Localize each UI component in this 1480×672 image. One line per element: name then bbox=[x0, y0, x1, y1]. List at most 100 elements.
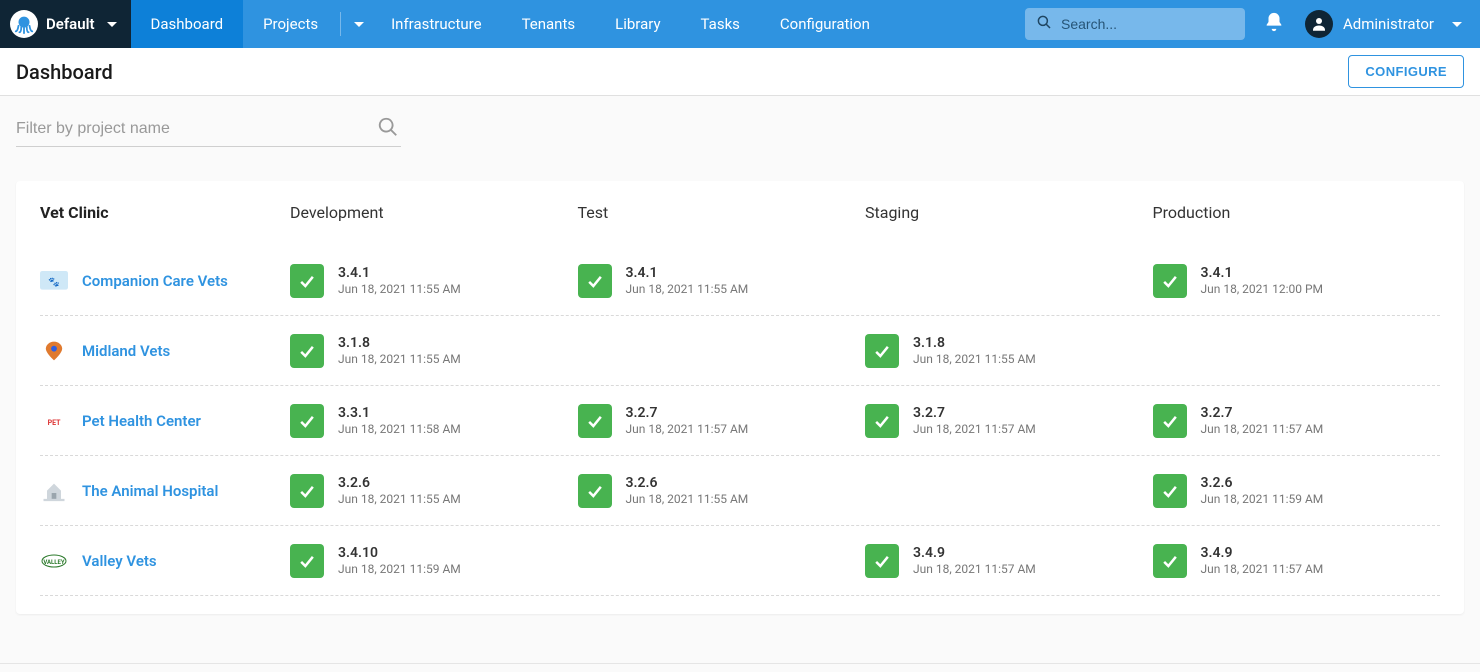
status-success-icon bbox=[1153, 474, 1187, 508]
project-row: 🐾Companion Care Vets3.4.1Jun 18, 2021 11… bbox=[40, 246, 1440, 316]
project-link[interactable]: Midland Vets bbox=[82, 342, 170, 360]
nav-tasks[interactable]: Tasks bbox=[681, 0, 760, 48]
project-link[interactable]: The Animal Hospital bbox=[82, 482, 218, 500]
deployment-cell[interactable]: 3.2.6Jun 18, 2021 11:55 AM bbox=[578, 474, 866, 508]
notifications-button[interactable] bbox=[1263, 11, 1287, 37]
deploy-info: 3.4.1Jun 18, 2021 11:55 AM bbox=[338, 265, 461, 296]
deploy-time: Jun 18, 2021 11:55 AM bbox=[338, 352, 461, 366]
deployment-cell[interactable]: 3.4.1Jun 18, 2021 12:00 PM bbox=[1153, 264, 1441, 298]
filter-input[interactable] bbox=[16, 112, 401, 147]
project-row: The Animal Hospital3.2.6Jun 18, 2021 11:… bbox=[40, 456, 1440, 526]
user-name: Administrator bbox=[1343, 15, 1434, 33]
top-nav: Default Dashboard Projects Infrastructur… bbox=[0, 0, 1480, 48]
deployment-cell[interactable]: 3.2.7Jun 18, 2021 11:57 AM bbox=[578, 404, 866, 438]
env-header: Development bbox=[290, 203, 578, 222]
group-title: Vet Clinic bbox=[40, 203, 290, 222]
global-search[interactable] bbox=[1025, 8, 1245, 40]
configure-button[interactable]: CONFIGURE bbox=[1348, 55, 1464, 88]
deployment-cell[interactable]: 3.1.8Jun 18, 2021 11:55 AM bbox=[290, 334, 578, 368]
deploy-time: Jun 18, 2021 11:57 AM bbox=[913, 422, 1036, 436]
grid-header: Vet Clinic Development Test Staging Prod… bbox=[40, 203, 1440, 246]
deploy-info: 3.2.7Jun 18, 2021 11:57 AM bbox=[1201, 405, 1324, 436]
chevron-down-icon bbox=[107, 22, 117, 27]
nav-configuration[interactable]: Configuration bbox=[760, 0, 890, 48]
release-version: 3.4.1 bbox=[1201, 265, 1324, 281]
status-success-icon bbox=[290, 474, 324, 508]
deploy-info: 3.4.9Jun 18, 2021 11:57 AM bbox=[1201, 545, 1324, 576]
deploy-time: Jun 18, 2021 11:57 AM bbox=[626, 422, 749, 436]
nav-separator bbox=[340, 12, 341, 36]
nav-dashboard[interactable]: Dashboard bbox=[131, 0, 244, 48]
status-success-icon bbox=[290, 334, 324, 368]
release-version: 3.4.10 bbox=[338, 545, 461, 561]
deploy-info: 3.1.8Jun 18, 2021 11:55 AM bbox=[913, 335, 1036, 366]
deploy-info: 3.2.6Jun 18, 2021 11:59 AM bbox=[1201, 475, 1324, 506]
deploy-time: Jun 18, 2021 12:00 PM bbox=[1201, 282, 1324, 296]
project-cell: PET Pet Health Center bbox=[40, 411, 290, 431]
project-link[interactable]: Pet Health Center bbox=[82, 412, 201, 430]
deployment-cell[interactable]: 3.2.7Jun 18, 2021 11:57 AM bbox=[865, 404, 1153, 438]
deployment-cell[interactable]: 3.3.1Jun 18, 2021 11:58 AM bbox=[290, 404, 578, 438]
deploy-info: 3.2.7Jun 18, 2021 11:57 AM bbox=[913, 405, 1036, 436]
user-menu[interactable]: Administrator bbox=[1305, 10, 1462, 38]
avatar bbox=[1305, 10, 1333, 38]
space-name: Default bbox=[46, 15, 95, 33]
user-icon bbox=[1310, 15, 1328, 33]
deployment-cell[interactable]: 3.1.8Jun 18, 2021 11:55 AM bbox=[865, 334, 1153, 368]
deployment-cell[interactable]: 3.4.9Jun 18, 2021 11:57 AM bbox=[865, 544, 1153, 578]
deployment-cell[interactable]: 3.4.9Jun 18, 2021 11:57 AM bbox=[1153, 544, 1441, 578]
deployment-cell[interactable]: 3.4.1Jun 18, 2021 11:55 AM bbox=[290, 264, 578, 298]
deploy-time: Jun 18, 2021 11:57 AM bbox=[1201, 562, 1324, 576]
footer-divider bbox=[0, 663, 1480, 664]
deploy-time: Jun 18, 2021 11:59 AM bbox=[1201, 492, 1324, 506]
status-success-icon bbox=[865, 544, 899, 578]
deployment-cell[interactable]: 3.4.10Jun 18, 2021 11:59 AM bbox=[290, 544, 578, 578]
project-icon: 🐾 bbox=[40, 271, 68, 291]
deployment-cell[interactable]: 3.2.7Jun 18, 2021 11:57 AM bbox=[1153, 404, 1441, 438]
release-version: 3.4.1 bbox=[626, 265, 749, 281]
deploy-time: Jun 18, 2021 11:55 AM bbox=[338, 492, 461, 506]
chevron-down-icon bbox=[1452, 22, 1462, 27]
status-success-icon bbox=[1153, 264, 1187, 298]
project-link[interactable]: Companion Care Vets bbox=[82, 272, 228, 290]
project-icon bbox=[40, 481, 68, 501]
content-area: Vet Clinic Development Test Staging Prod… bbox=[0, 96, 1480, 672]
status-success-icon bbox=[578, 474, 612, 508]
search-icon bbox=[377, 116, 399, 142]
svg-text:VALLEY: VALLEY bbox=[43, 559, 65, 566]
project-row: VALLEYValley Vets3.4.10Jun 18, 2021 11:5… bbox=[40, 526, 1440, 596]
project-icon: PET bbox=[40, 411, 68, 431]
nav-infrastructure[interactable]: Infrastructure bbox=[371, 0, 501, 48]
deploy-info: 3.3.1Jun 18, 2021 11:58 AM bbox=[338, 405, 461, 436]
env-header: Production bbox=[1153, 203, 1441, 222]
nav-projects[interactable]: Projects bbox=[243, 0, 338, 48]
deploy-time: Jun 18, 2021 11:57 AM bbox=[913, 562, 1036, 576]
deploy-time: Jun 18, 2021 11:57 AM bbox=[1201, 422, 1324, 436]
deployment-cell[interactable]: 3.2.6Jun 18, 2021 11:59 AM bbox=[1153, 474, 1441, 508]
project-link[interactable]: Valley Vets bbox=[82, 552, 157, 570]
status-success-icon bbox=[578, 404, 612, 438]
nav-tenants[interactable]: Tenants bbox=[502, 0, 596, 48]
page-title: Dashboard bbox=[16, 60, 113, 84]
deployment-cell[interactable]: 3.4.1Jun 18, 2021 11:55 AM bbox=[578, 264, 866, 298]
bell-icon bbox=[1263, 11, 1285, 33]
space-selector[interactable]: Default bbox=[0, 0, 131, 48]
release-version: 3.2.6 bbox=[338, 475, 461, 491]
release-version: 3.4.9 bbox=[1201, 545, 1324, 561]
release-version: 3.2.7 bbox=[1201, 405, 1324, 421]
deployment-cell[interactable]: 3.2.6Jun 18, 2021 11:55 AM bbox=[290, 474, 578, 508]
deploy-info: 3.2.6Jun 18, 2021 11:55 AM bbox=[338, 475, 461, 506]
nav-library[interactable]: Library bbox=[595, 0, 680, 48]
svg-text:🐾: 🐾 bbox=[48, 277, 60, 288]
projects-menu-toggle[interactable] bbox=[343, 0, 371, 48]
project-cell: Midland Vets bbox=[40, 341, 290, 361]
project-cell: The Animal Hospital bbox=[40, 481, 290, 501]
release-version: 3.3.1 bbox=[338, 405, 461, 421]
deploy-info: 3.4.1Jun 18, 2021 12:00 PM bbox=[1201, 265, 1324, 296]
deploy-time: Jun 18, 2021 11:55 AM bbox=[626, 282, 749, 296]
page-header: Dashboard CONFIGURE bbox=[0, 48, 1480, 96]
deploy-time: Jun 18, 2021 11:55 AM bbox=[913, 352, 1036, 366]
project-filter bbox=[16, 112, 401, 147]
release-version: 3.1.8 bbox=[338, 335, 461, 351]
search-input[interactable] bbox=[1061, 16, 1242, 32]
